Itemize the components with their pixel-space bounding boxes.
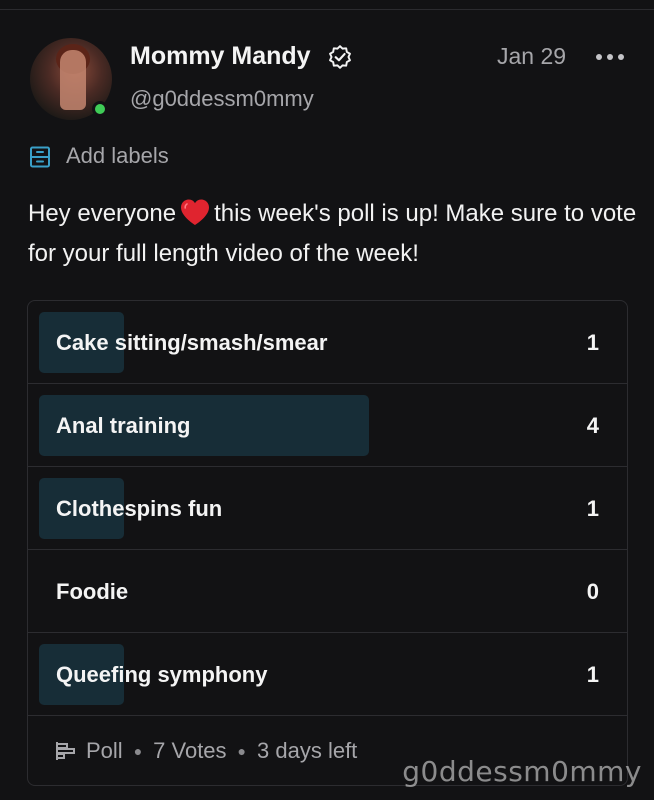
divider [0,9,654,10]
poll-option-votes: 4 [586,413,599,438]
separator-dot: ● [237,743,247,759]
poll-option-label: Anal training [56,413,191,438]
poll-option-label: Cake sitting/smash/smear [56,330,328,355]
poll-option-votes: 1 [586,496,599,521]
watermark: g0ddessm0mmy [402,755,642,788]
verified-badge-icon [329,45,351,69]
online-status-dot [92,101,108,117]
poll-icon [56,742,75,760]
author-handle[interactable]: @g0ddessm0mmy [130,86,314,112]
separator-dot: ● [133,743,143,759]
post-screen: Mommy Mandy @g0ddessm0mmy Jan 29 Add lab… [0,0,654,800]
post-date: Jan 29 [497,43,567,69]
poll-option[interactable]: Queefing symphony 1 [28,633,627,716]
poll-option-label: Clothespins fun [56,496,223,521]
poll-option[interactable]: Cake sitting/smash/smear 1 [28,301,627,384]
poll-option-label: Foodie [56,579,129,604]
labels-icon[interactable] [28,145,52,169]
poll: Cake sitting/smash/smear 1 Anal training 4 C… [27,300,628,786]
poll-option-label: Queefing symphony [56,662,268,687]
poll-option[interactable]: Anal training 4 [28,384,627,467]
poll-votes-count: 7 Votes [153,738,227,763]
heart-emoji-icon [181,199,210,225]
post-body: Hey everyone this week's poll is up! Make… [28,194,638,274]
poll-time-left: 3 days left [257,738,358,763]
author-name[interactable]: Mommy Mandy [130,42,311,71]
poll-options: Cake sitting/smash/smear 1 Anal training 4 C… [28,301,627,716]
poll-option[interactable]: Clothespins fun 1 [28,467,627,550]
poll-option-votes: 1 [586,330,599,355]
add-labels-link[interactable]: Add labels [66,143,169,169]
poll-option-votes: 1 [586,662,599,687]
poll-type-label: Poll [86,738,123,763]
poll-option-votes: 0 [586,579,599,604]
more-options-icon[interactable] [594,47,626,67]
post-text-start: Hey everyone [28,200,177,227]
poll-option[interactable]: Foodie 0 [28,550,627,633]
